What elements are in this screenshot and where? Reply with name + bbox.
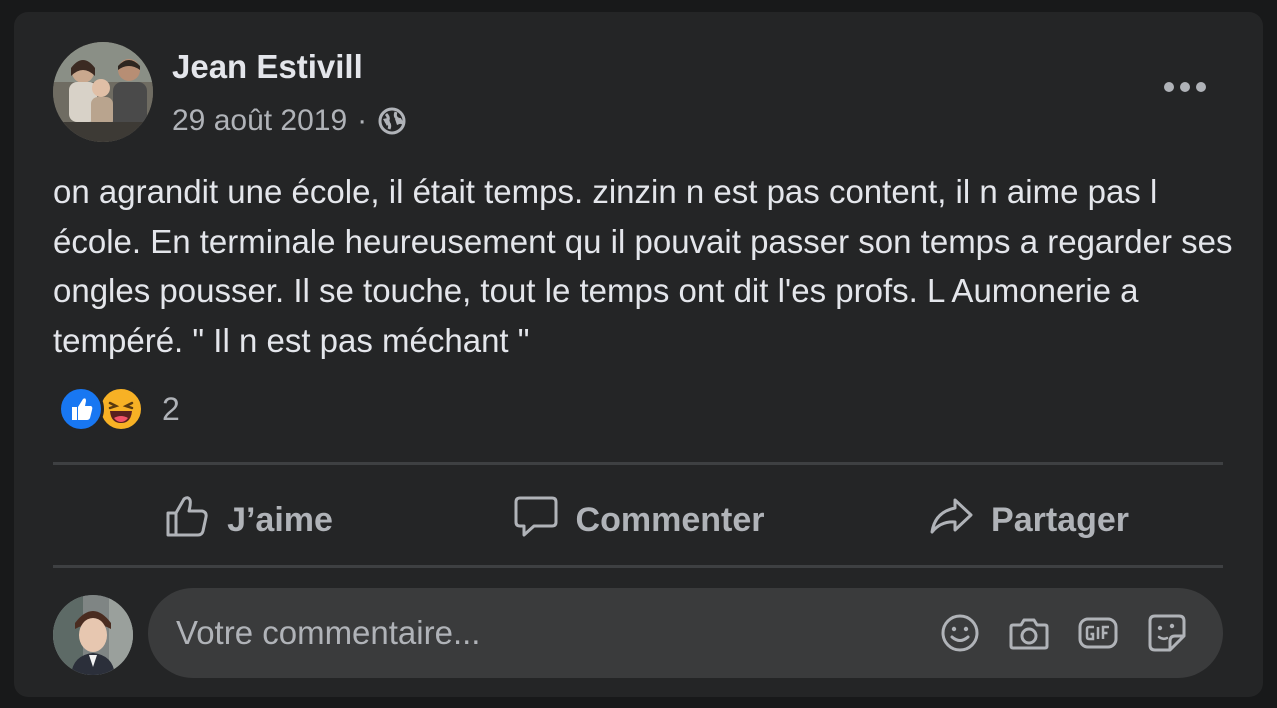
like-reaction-icon [58,386,104,432]
share-button[interactable]: Partager [833,480,1223,560]
sticker-icon[interactable] [1145,611,1189,655]
comment-icon [512,492,560,549]
user-avatar[interactable] [53,595,133,675]
like-label: J’aime [227,500,333,539]
gif-icon[interactable] [1076,611,1120,655]
thumbs-up-icon [163,492,211,549]
comment-label: Commenter [575,500,765,539]
post-date[interactable]: 29 août 2019 [172,104,347,138]
globe-icon [377,106,407,136]
share-label: Partager [991,500,1129,539]
more-options-icon[interactable] [1163,74,1207,100]
reaction-count: 2 [162,390,180,427]
emoji-icon[interactable] [938,611,982,655]
meta-separator: · [357,104,368,137]
like-button[interactable]: J’aime [53,480,443,560]
comment-button[interactable]: Commenter [443,480,833,560]
camera-icon[interactable] [1007,611,1051,655]
share-icon [927,492,975,549]
author-name[interactable]: Jean Estivill [172,48,363,86]
comment-input[interactable] [176,588,916,678]
post-text: on agrandit une école, il était temps. z… [53,173,1233,359]
post-meta: 29 août 2019 · [172,104,407,138]
haha-reaction-icon [98,386,144,432]
reactions-summary[interactable]: 2 [58,386,180,432]
author-avatar[interactable] [53,42,153,142]
divider [53,565,1223,568]
divider [53,462,1223,465]
post-actions: J’aime Commenter Partager [53,480,1223,560]
comment-box [148,588,1223,678]
post-card: Jean Estivill 29 août 2019 · on agrandit… [14,12,1263,697]
